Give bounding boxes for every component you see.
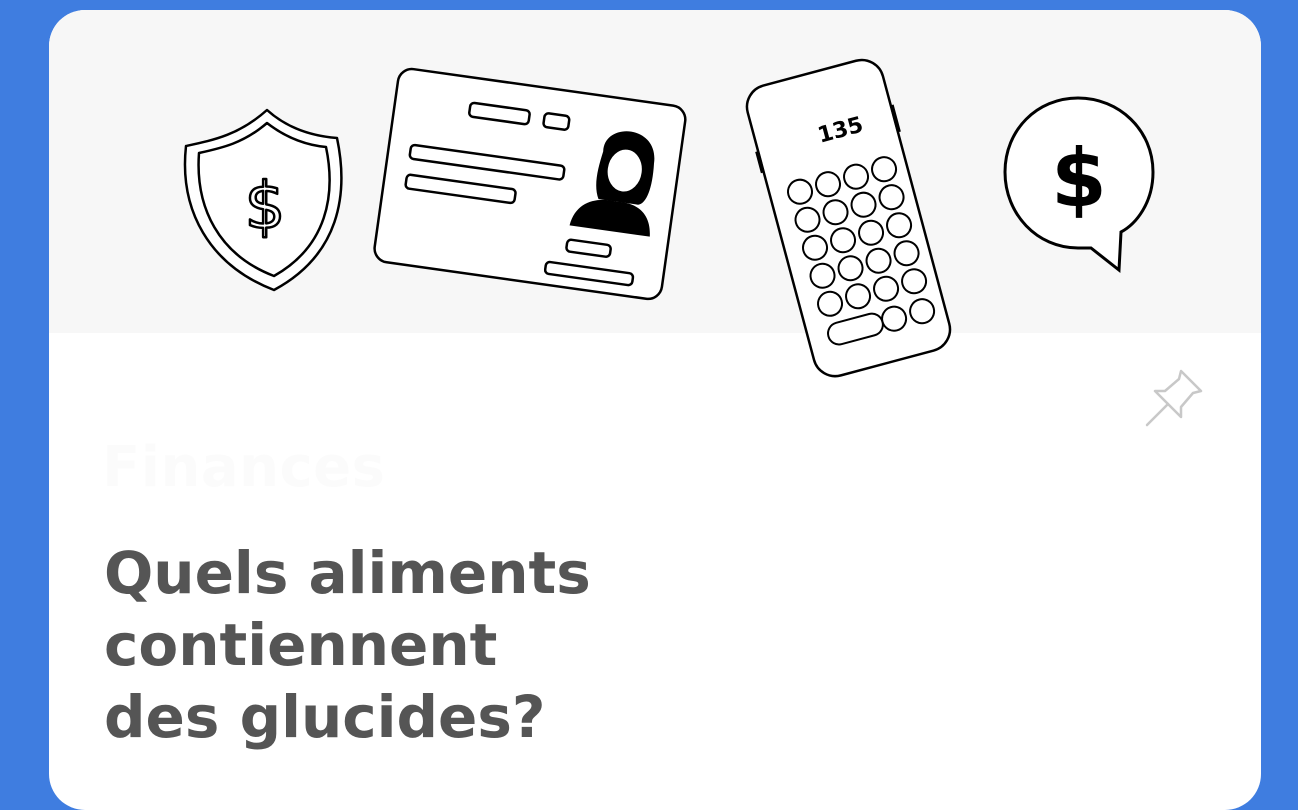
card-title-line-2: des glucides? — [104, 683, 546, 751]
svg-text:$: $ — [1051, 132, 1107, 225]
id-card-icon — [373, 67, 687, 301]
speech-bubble-dollar-icon: $ — [1003, 96, 1155, 273]
shield-dollar-icon: $ — [183, 108, 343, 292]
calculator-phone-icon: 135 — [745, 58, 952, 378]
card-title-line-1: Quels aliments contiennent — [104, 539, 591, 679]
category-label: Finances — [102, 435, 386, 500]
hero-illustration: $ 135 $ — [183, 58, 1155, 378]
svg-text:$: $ — [245, 170, 286, 244]
pin-icon[interactable] — [1141, 365, 1207, 431]
article-card[interactable]: $ 135 $ Finances Quels aliments contienn… — [49, 10, 1261, 810]
card-title[interactable]: Quels aliments contiennent des glucides? — [104, 537, 1004, 753]
